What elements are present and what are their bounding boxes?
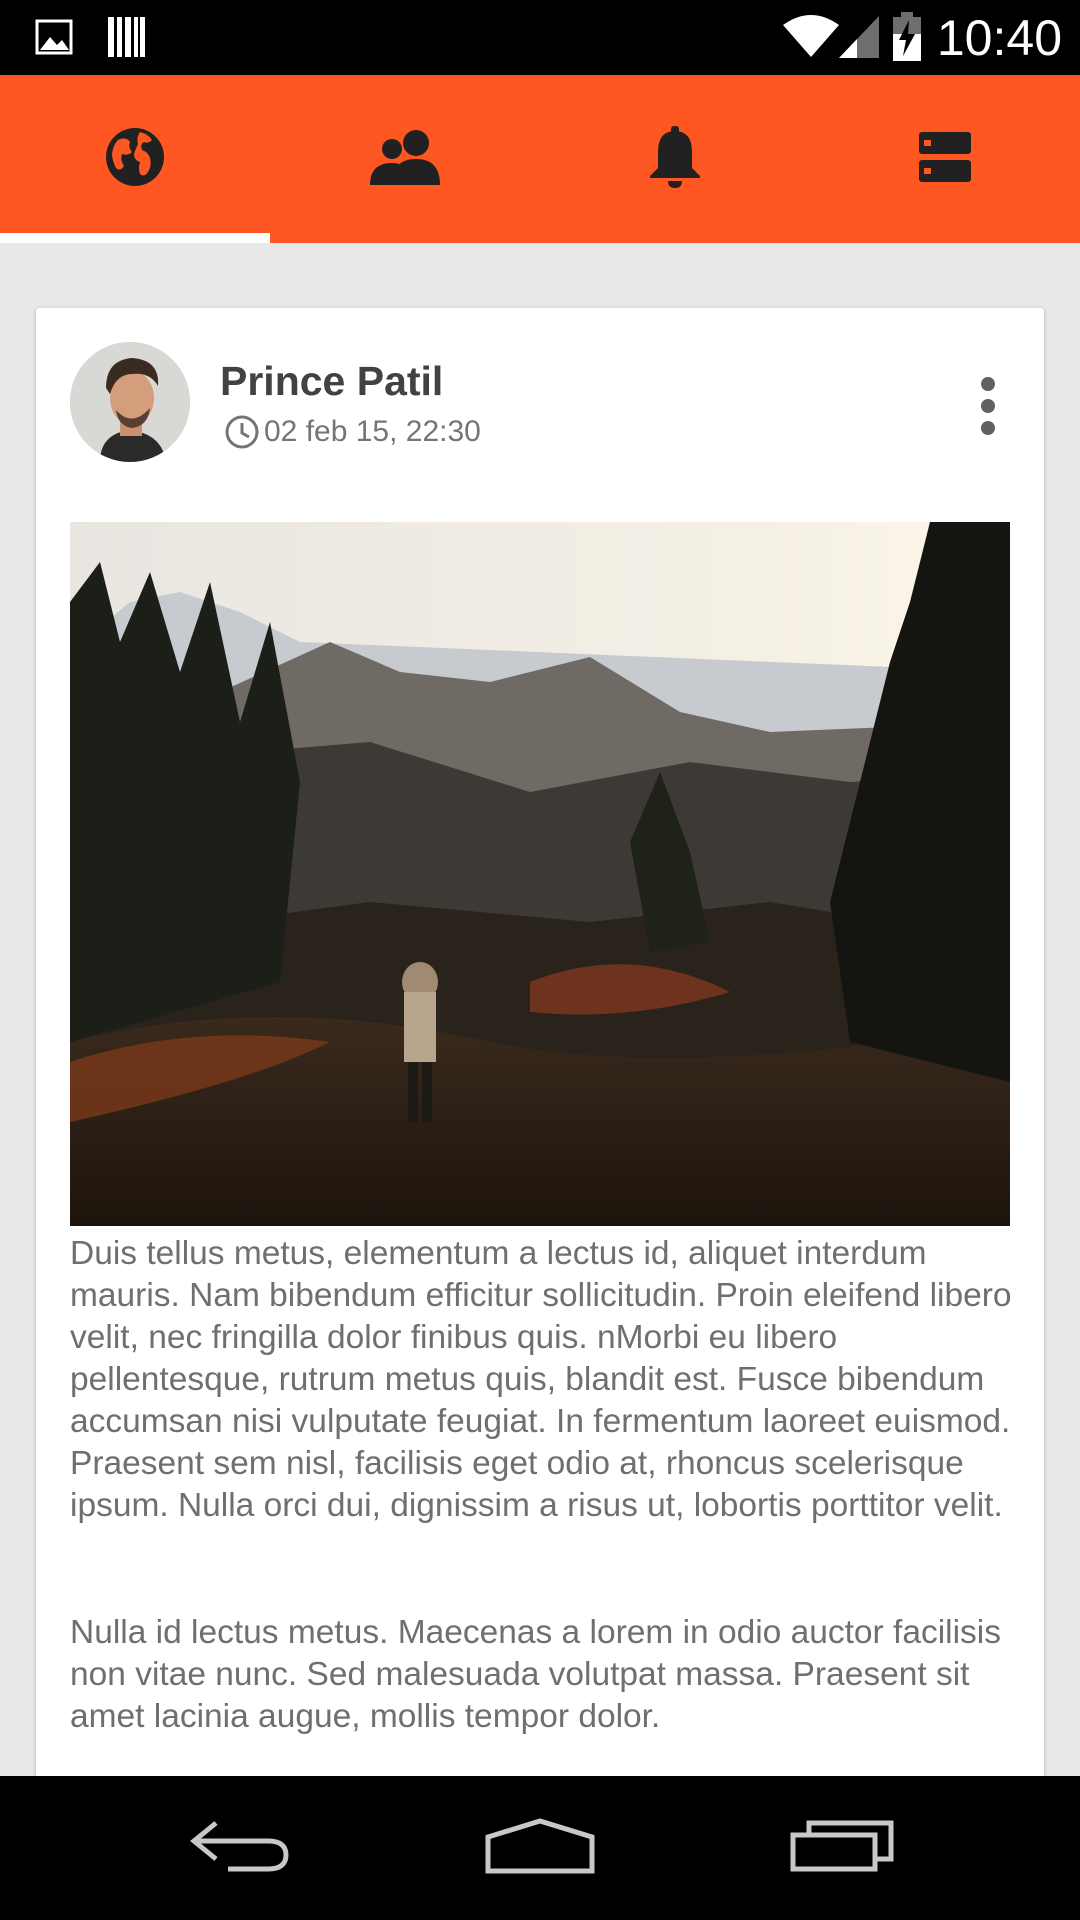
- status-time: 10:40: [936, 10, 1062, 66]
- back-button[interactable]: [170, 1798, 310, 1898]
- tab-dashboard[interactable]: [810, 75, 1080, 243]
- timestamp-text: 02 feb 15, 22:30: [264, 415, 481, 448]
- tab-notifications[interactable]: [540, 75, 810, 243]
- globe-icon: [104, 126, 166, 193]
- selected-tab-indicator: [0, 233, 270, 243]
- home-icon: [484, 1817, 596, 1880]
- navigation-bar: [0, 1776, 1080, 1920]
- author-name[interactable]: Prince Patil: [220, 358, 443, 405]
- app-screen: 10:40 Prince Patil 02 feb 15, 22:30 Duis…: [0, 0, 1080, 1920]
- wifi-icon: [780, 12, 842, 62]
- post-paragraph-2: Nulla id lectus metus. Maecenas a lorem …: [70, 1614, 1001, 1735]
- post-card: Prince Patil 02 feb 15, 22:30 Duis tellu…: [36, 308, 1044, 1920]
- tab-globe[interactable]: [0, 75, 270, 243]
- recents-button[interactable]: [772, 1798, 912, 1898]
- back-icon: [188, 1817, 292, 1880]
- bell-icon: [648, 125, 702, 193]
- recents-icon: [789, 1819, 895, 1878]
- post-paragraph-1: Duis tellus metus, elementum a lectus id…: [70, 1235, 1012, 1524]
- dashboard-icon: [919, 131, 971, 187]
- home-button[interactable]: [470, 1798, 610, 1898]
- tab-people[interactable]: [270, 75, 540, 243]
- clock-icon: [224, 414, 260, 450]
- battery-charging-icon: [890, 12, 924, 62]
- post-timestamp: 02 feb 15, 22:30: [224, 412, 481, 452]
- status-bar: 10:40: [0, 0, 1080, 75]
- more-vert-icon: [979, 376, 997, 441]
- more-options-button[interactable]: [962, 368, 1014, 448]
- barcode-icon: [104, 12, 148, 62]
- avatar[interactable]: [70, 342, 190, 462]
- tab-bar: [0, 75, 1080, 243]
- gallery-icon: [32, 12, 76, 62]
- signal-icon: [836, 12, 882, 62]
- post-image[interactable]: [70, 522, 1010, 1226]
- people-icon: [370, 129, 440, 190]
